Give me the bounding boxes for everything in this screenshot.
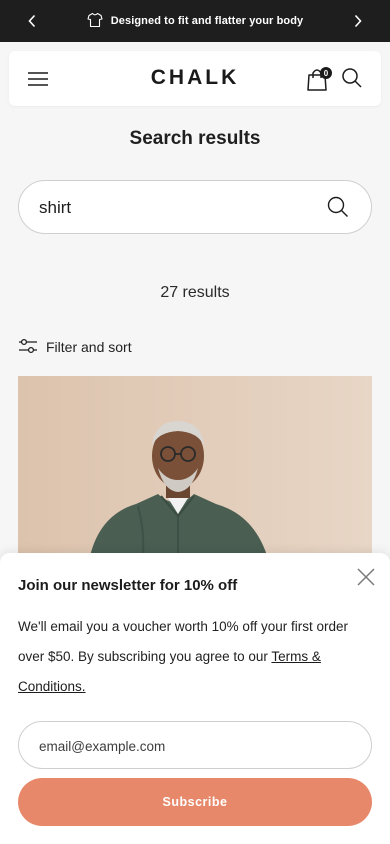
- product-card-image[interactable]: [18, 376, 372, 566]
- sliders-icon: [18, 338, 38, 357]
- man-in-green-shirt-photo: [18, 376, 372, 566]
- filter-label: Filter and sort: [46, 339, 132, 355]
- search-icon[interactable]: [341, 67, 365, 91]
- filter-and-sort-button[interactable]: Filter and sort: [18, 337, 132, 357]
- page-title: Search results: [129, 128, 261, 149]
- results-count: 27 results: [160, 284, 230, 301]
- newsletter-popup: Join our newsletter for 10% off We'll em…: [0, 553, 390, 844]
- announcement-bar: Designed to fit and flatter your body: [0, 0, 390, 42]
- site-header: CHALK 0: [9, 51, 381, 106]
- newsletter-title: Join our newsletter for 10% off: [18, 577, 238, 594]
- announcement-message: Designed to fit and flatter your body: [87, 12, 304, 31]
- tshirt-icon: [87, 12, 103, 31]
- email-input[interactable]: [39, 734, 349, 758]
- chevron-left-icon[interactable]: [22, 11, 42, 31]
- close-icon[interactable]: [355, 566, 377, 588]
- search-submit-icon[interactable]: [327, 196, 351, 220]
- search-input[interactable]: [39, 193, 319, 223]
- announcement-text: Designed to fit and flatter your body: [110, 15, 304, 27]
- email-field: [18, 721, 372, 769]
- newsletter-description: We'll email you a voucher worth 10% off …: [18, 612, 368, 702]
- subscribe-button[interactable]: Subscribe: [18, 778, 372, 826]
- cart-count-badge: 0: [320, 67, 332, 79]
- search-field: [18, 180, 372, 234]
- chevron-right-icon[interactable]: [348, 11, 368, 31]
